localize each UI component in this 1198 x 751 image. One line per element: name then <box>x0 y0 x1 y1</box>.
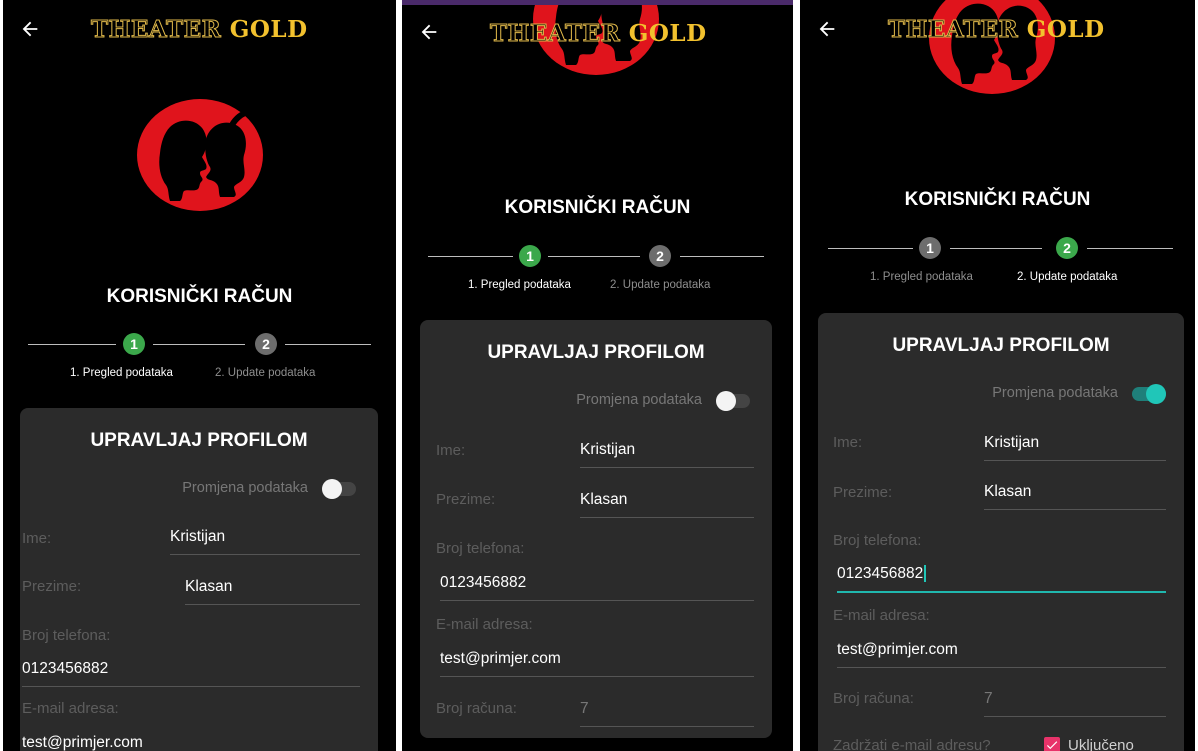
step-2-label[interactable]: 2. Update podataka <box>610 279 710 291</box>
zadrzati-email-checkbox[interactable] <box>1044 737 1060 751</box>
toggle-label: Promjena podataka <box>992 385 1118 401</box>
promjena-podataka-switch[interactable] <box>322 479 356 499</box>
telefon-field[interactable]: 0123456882 <box>440 574 754 601</box>
racun-label: Broj računa: <box>436 700 517 717</box>
step-2-indicator[interactable]: 2 <box>1056 237 1078 259</box>
step-2-label[interactable]: 2. Update podataka <box>1017 271 1117 283</box>
ime-label: Ime: <box>22 530 52 547</box>
email-field[interactable]: test@primjer.com <box>837 641 1166 668</box>
telefon-label: Broj telefona: <box>436 540 525 557</box>
screen-pregled-podataka: THEATER GOLD KORISNIČKI RAČUN 1 2 1. Pre… <box>3 0 396 751</box>
screen-title: KORISNIČKI RAČUN <box>106 286 293 307</box>
screen-title: KORISNIČKI RAČUN <box>904 189 1091 210</box>
ime-field[interactable]: Kristijan <box>580 441 754 468</box>
app-logo: THEATER GOLD <box>887 16 1105 44</box>
step-2-label[interactable]: 2. Update podataka <box>215 367 315 379</box>
prezime-label: Prezime: <box>22 578 82 595</box>
promjena-podataka-switch[interactable] <box>1132 384 1166 404</box>
telefon-field[interactable]: 0123456882 <box>22 660 360 687</box>
telefon-field[interactable]: 0123456882 <box>837 565 1166 593</box>
racun-field: 7 <box>580 700 754 727</box>
back-arrow-icon[interactable] <box>19 18 41 40</box>
step-1-label[interactable]: 1. Pregled podataka <box>870 271 973 283</box>
ukljuceno-label[interactable]: Uključeno <box>1068 737 1134 751</box>
step-1-label[interactable]: 1. Pregled podataka <box>468 279 571 291</box>
theater-emblem-icon <box>137 99 264 211</box>
stepper: 1 2 1. Pregled podataka 2. Update podata… <box>800 237 1195 297</box>
email-field[interactable]: test@primjer.com <box>22 734 360 751</box>
back-arrow-icon[interactable] <box>418 21 440 43</box>
screen-pregled-podataka-scrolled: THEATER GOLD KORISNIČKI RAČUN 1 2 1. Pre… <box>402 0 793 751</box>
screen-update-podataka: THEATER GOLD KORISNIČKI RAČUN 1 2 1. Pre… <box>800 0 1195 751</box>
prezime-label: Prezime: <box>436 491 496 508</box>
check-icon <box>1046 741 1058 750</box>
toggle-label: Promjena podataka <box>576 392 702 408</box>
stepper: 1 2 1. Pregled podataka 2. Update podata… <box>3 333 396 393</box>
app-logo: THEATER GOLD <box>90 16 308 44</box>
prezime-field[interactable]: Klasan <box>185 578 360 605</box>
ime-label: Ime: <box>436 442 466 459</box>
app-logo: THEATER GOLD <box>489 20 707 48</box>
telefon-label: Broj telefona: <box>22 627 111 644</box>
card-title: UPRAVLJAJ PROFILOM <box>892 335 1110 356</box>
ime-field[interactable]: Kristijan <box>984 434 1166 461</box>
email-label: E-mail adresa: <box>833 607 930 624</box>
app-bar: THEATER GOLD <box>3 0 396 56</box>
racun-label: Broj računa: <box>833 690 914 707</box>
prezime-field[interactable]: Klasan <box>580 491 754 518</box>
step-1-indicator[interactable]: 1 <box>519 245 541 267</box>
text-caret <box>924 565 927 583</box>
ime-field[interactable]: Kristijan <box>170 528 360 555</box>
app-bar: THEATER GOLD <box>402 5 793 61</box>
back-arrow-icon[interactable] <box>816 18 838 40</box>
card-title: UPRAVLJAJ PROFILOM <box>90 430 308 451</box>
zadrzati-email-label: Zadržati e-mail adresu? <box>833 737 991 751</box>
step-1-indicator[interactable]: 1 <box>919 237 941 259</box>
profile-card: UPRAVLJAJ PROFILOM Promjena podataka Ime… <box>20 408 378 751</box>
step-1-label[interactable]: 1. Pregled podataka <box>70 367 173 379</box>
profile-card: UPRAVLJAJ PROFILOM Promjena podataka Ime… <box>420 320 772 738</box>
toggle-label: Promjena podataka <box>182 480 308 496</box>
step-1-indicator[interactable]: 1 <box>123 333 145 355</box>
email-field[interactable]: test@primjer.com <box>440 650 754 677</box>
step-2-indicator[interactable]: 2 <box>255 333 277 355</box>
telefon-label: Broj telefona: <box>833 532 922 549</box>
screen-title: KORISNIČKI RAČUN <box>504 197 691 218</box>
email-label: E-mail adresa: <box>436 616 533 633</box>
prezime-field[interactable]: Klasan <box>984 483 1166 510</box>
ime-label: Ime: <box>833 434 863 451</box>
card-title: UPRAVLJAJ PROFILOM <box>487 342 705 363</box>
step-2-indicator[interactable]: 2 <box>649 245 671 267</box>
promjena-podataka-switch[interactable] <box>716 391 750 411</box>
racun-field: 7 <box>984 690 1166 717</box>
profile-card: UPRAVLJAJ PROFILOM Promjena podataka Ime… <box>818 313 1184 751</box>
app-bar: THEATER GOLD <box>800 0 1195 56</box>
email-label: E-mail adresa: <box>22 700 119 717</box>
stepper: 1 2 1. Pregled podataka 2. Update podata… <box>402 245 793 305</box>
telefon-field-value: 0123456882 <box>837 565 924 582</box>
prezime-label: Prezime: <box>833 484 893 501</box>
